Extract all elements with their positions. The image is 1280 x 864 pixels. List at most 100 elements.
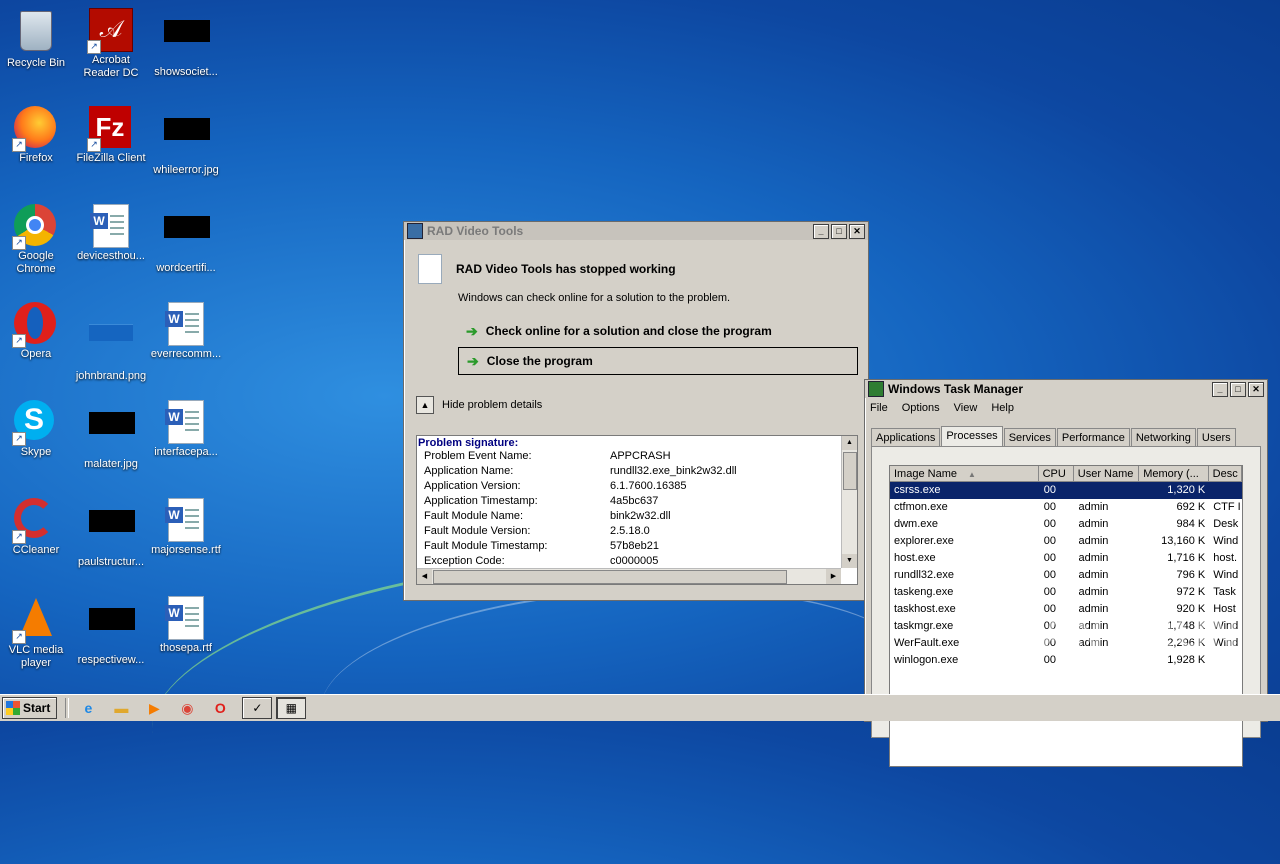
- column-cpu[interactable]: CPU: [1038, 466, 1074, 482]
- desktop-icon-firefox[interactable]: ↗ Firefox: [0, 106, 72, 165]
- menu-file[interactable]: File: [870, 402, 888, 414]
- table-cell-name: WerFault.exe: [894, 637, 960, 649]
- column-description[interactable]: Desc: [1208, 466, 1242, 482]
- menu-help[interactable]: Help: [991, 402, 1014, 414]
- menu-bar: File Options View Help: [865, 398, 1267, 418]
- word-document-icon: W: [164, 498, 208, 542]
- scroll-down-icon[interactable]: ▼: [842, 554, 857, 568]
- table-cell-cpu: 00: [1043, 484, 1057, 496]
- table-cell-cpu: 00: [1043, 535, 1057, 547]
- desktop-icon-ccleaner[interactable]: ↗ CCleaner: [0, 498, 72, 557]
- desktop-icon-recycle-bin[interactable]: Recycle Bin: [0, 8, 72, 70]
- desktop-icon-word-doc[interactable]: W everrecomm...: [150, 302, 222, 361]
- crash-dialog-titlebar[interactable]: RAD Video Tools _ □ ✕: [404, 222, 868, 240]
- taskbar-separator: [65, 698, 70, 718]
- desktop-icon-word-doc[interactable]: W devicesthou...: [75, 204, 147, 263]
- media-player-icon[interactable]: ▶: [143, 697, 165, 719]
- table-cell-desc: Wind: [1213, 569, 1239, 581]
- scroll-right-icon[interactable]: ▶: [826, 569, 841, 584]
- column-image-name[interactable]: Image Name ▲: [890, 466, 1039, 482]
- desktop-icon-file[interactable]: paulstructur...: [75, 498, 147, 569]
- table-cell-mem: 984 K: [1176, 518, 1206, 530]
- windows-logo-icon: [6, 701, 20, 715]
- task-manager-titlebar[interactable]: Windows Task Manager _ □ ✕: [865, 380, 1267, 398]
- table-row[interactable]: csrss.exe 00 1,320 K: [890, 482, 1242, 499]
- start-button[interactable]: Start: [2, 697, 58, 719]
- maximize-button[interactable]: □: [1230, 381, 1246, 397]
- column-user-name[interactable]: User Name: [1073, 466, 1140, 482]
- folder-icon[interactable]: ▬: [110, 697, 132, 719]
- table-row[interactable]: explorer.exe 00 admin 13,160 K Wind: [890, 533, 1242, 550]
- desktop-icon-opera[interactable]: ↗ Opera: [0, 302, 72, 361]
- table-row[interactable]: host.exe 00 admin 1,716 K host.: [890, 550, 1242, 567]
- minimize-button[interactable]: _: [813, 223, 829, 239]
- table-cell-desc: CTF I: [1213, 501, 1241, 513]
- scroll-thumb[interactable]: [843, 452, 857, 490]
- word-document-icon: W: [89, 204, 133, 248]
- scroll-left-icon[interactable]: ◀: [417, 569, 432, 584]
- desktop-icon-file[interactable]: respectivew...: [75, 596, 147, 667]
- hide-details-toggle[interactable]: ▲ Hide problem details: [416, 396, 542, 414]
- table-cell-desc: host.: [1213, 552, 1238, 564]
- problem-signature-box[interactable]: Problem signature: Problem Event Name: AP…: [416, 435, 858, 585]
- rad-video-tools-taskbar-button[interactable]: ✓: [242, 697, 273, 719]
- watermark-text: ANY.RUN: [1040, 610, 1241, 657]
- signature-value: 6.1.7600.16385: [610, 480, 687, 492]
- table-row[interactable]: dwm.exe 00 admin 984 K Desk: [890, 516, 1242, 533]
- tab-processes[interactable]: Processes: [941, 426, 1003, 447]
- table-cell-name: dwm.exe: [894, 518, 939, 530]
- opera-icon[interactable]: O: [209, 697, 231, 719]
- signature-row: Fault Module Name: bink2w32.dll: [417, 509, 857, 524]
- scroll-thumb[interactable]: [433, 570, 787, 584]
- desktop-icon-google-chrome[interactable]: ↗ Google Chrome: [0, 204, 72, 276]
- close-button[interactable]: ✕: [849, 223, 865, 239]
- desktop-icon-acrobat[interactable]: 𝒜 ↗ Acrobat Reader DC: [75, 8, 147, 80]
- table-cell-desc: [1209, 482, 1242, 499]
- close-program-button[interactable]: ➔ Close the program: [458, 347, 858, 375]
- word-document-icon: W: [164, 302, 208, 346]
- task-manager-taskbar-button[interactable]: ▦: [276, 697, 307, 719]
- internet-explorer-icon[interactable]: e: [77, 697, 99, 719]
- horizontal-scrollbar[interactable]: ◀ ▶: [417, 568, 841, 584]
- table-cell-cpu: 00: [1043, 518, 1057, 530]
- menu-view[interactable]: View: [954, 402, 978, 414]
- table-row[interactable]: ctfmon.exe 00 admin 692 K CTF I: [890, 499, 1242, 516]
- desktop-icon-jpg[interactable]: whileerror.jpg: [150, 106, 222, 177]
- minimize-button[interactable]: _: [1212, 381, 1228, 397]
- table-cell-cpu: 00: [1043, 552, 1057, 564]
- redacted-thumbnail-icon: [89, 608, 135, 652]
- desktop-icon-jpg[interactable]: malater.jpg: [75, 400, 147, 471]
- check-online-button[interactable]: ➔ Check online for a solution and close …: [458, 318, 856, 344]
- ccleaner-icon: ↗: [12, 498, 58, 544]
- signature-value: APPCRASH: [610, 450, 671, 462]
- table-cell-user: admin: [1078, 501, 1109, 513]
- column-memory[interactable]: Memory (...: [1139, 466, 1209, 482]
- close-button[interactable]: ✕: [1248, 381, 1264, 397]
- desktop-icon-file[interactable]: showsociet...: [150, 8, 222, 79]
- redacted-thumbnail-icon: [164, 20, 210, 64]
- desktop-icon-png[interactable]: johnbrand.png: [75, 302, 147, 383]
- table-cell-cpu: 00: [1043, 501, 1057, 513]
- maximize-button[interactable]: □: [831, 223, 847, 239]
- table-row[interactable]: taskeng.exe 00 admin 972 K Task: [890, 584, 1242, 601]
- desktop-icon-word-doc[interactable]: W interfacepa...: [150, 400, 222, 459]
- sort-ascending-icon: ▲: [968, 470, 976, 479]
- desktop-icon-filezilla[interactable]: Fz ↗ FileZilla Client: [75, 106, 147, 165]
- menu-options[interactable]: Options: [902, 402, 940, 414]
- desktop-icon-file[interactable]: wordcertifi...: [150, 204, 222, 275]
- table-cell-name: host.exe: [894, 552, 936, 564]
- table-cell-user: [1074, 482, 1139, 499]
- table-cell-user: admin: [1078, 552, 1109, 564]
- desktop-icon-rtf[interactable]: W thosepa.rtf: [150, 596, 222, 655]
- scroll-up-icon[interactable]: ▲: [842, 436, 857, 450]
- redacted-thumbnail-icon: [164, 216, 210, 260]
- desktop-icon-rtf[interactable]: W majorsense.rtf: [150, 498, 222, 557]
- crash-subtext: Windows can check online for a solution …: [458, 292, 731, 304]
- desktop-icon-skype[interactable]: S ↗ Skype: [0, 400, 72, 459]
- desktop-icon-vlc[interactable]: ↗ VLC media player: [0, 596, 72, 670]
- vertical-scrollbar[interactable]: ▲ ▼: [841, 436, 857, 568]
- chrome-icon[interactable]: ◉: [176, 697, 198, 719]
- table-row[interactable]: rundll32.exe 00 admin 796 K Wind: [890, 567, 1242, 584]
- collapse-arrow-icon[interactable]: ▲: [416, 396, 434, 414]
- signature-row: Problem Event Name: APPCRASH: [417, 449, 857, 464]
